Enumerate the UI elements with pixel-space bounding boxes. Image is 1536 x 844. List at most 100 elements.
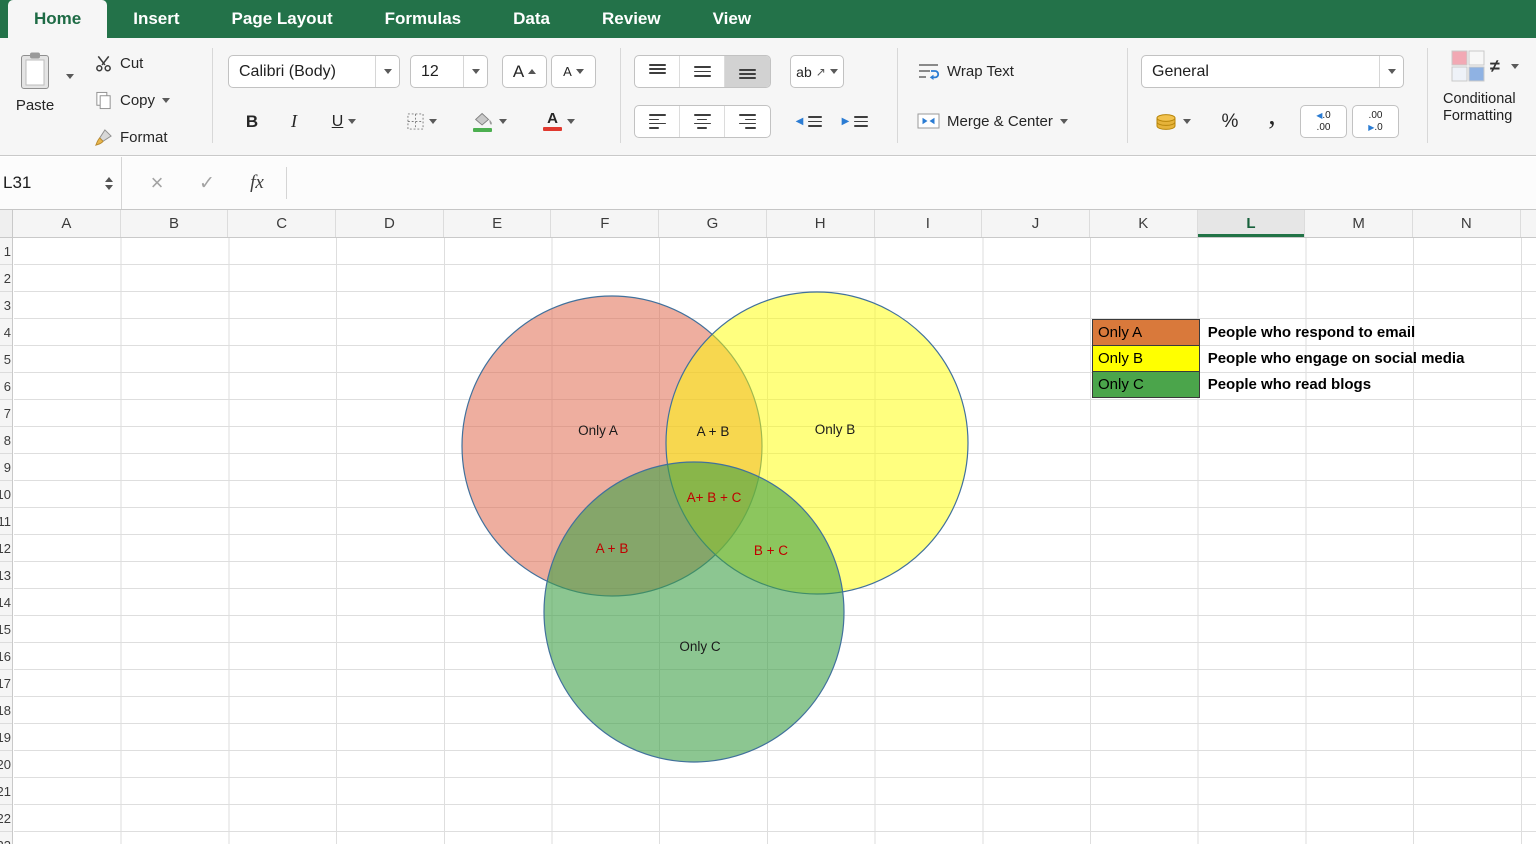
row-header-22[interactable]: 22 [0,805,12,832]
align-center-button[interactable] [680,106,725,137]
italic-button[interactable]: I [276,105,312,138]
decrease-decimal-button[interactable]: .00 ▶.0 [1352,105,1399,138]
comma-style-button[interactable]: , [1254,105,1290,138]
wrap-text-button[interactable]: Wrap Text [917,62,1014,80]
font-size-combo[interactable]: 12 [410,55,488,88]
copy-button[interactable]: Copy [94,91,170,110]
row-header-17[interactable]: 17 [0,670,12,697]
row-header-14[interactable]: 14 [0,589,12,616]
tab-page-layout[interactable]: Page Layout [206,0,359,38]
increase-decimal-icon: ◀.0 .00 [1316,110,1331,133]
column-header-L[interactable]: L [1198,210,1306,237]
font-name-dropdown[interactable] [375,56,399,87]
column-header-E[interactable]: E [444,210,552,237]
legend-key-cell[interactable]: Only C [1092,371,1200,398]
accounting-format-button[interactable] [1145,105,1199,138]
paste-button[interactable]: Paste [6,52,64,114]
row-header-19[interactable]: 19 [0,724,12,751]
row-header-20[interactable]: 20 [0,751,12,778]
column-header-H[interactable]: H [767,210,875,237]
name-box-spinner[interactable] [105,177,121,190]
select-all-corner[interactable] [0,210,13,238]
row-header-8[interactable]: 8 [0,427,12,454]
number-format-combo[interactable]: General [1141,55,1404,88]
decrease-font-size-button[interactable]: A [551,55,596,88]
number-format-dropdown[interactable] [1379,56,1403,87]
column-header-B[interactable]: B [121,210,229,237]
row-header-18[interactable]: 18 [0,697,12,724]
percent-style-button[interactable]: % [1210,105,1250,138]
row-header-5[interactable]: 5 [0,346,12,373]
legend-description-cell[interactable]: People who engage on social media [1200,345,1465,372]
column-header-M[interactable]: M [1305,210,1413,237]
borders-button[interactable] [394,105,450,138]
merge-center-button[interactable]: Merge & Center [917,112,1068,130]
font-color-button[interactable]: A [528,105,590,138]
column-header-A[interactable]: A [13,210,121,237]
enter-button[interactable]: ✓ [190,157,224,209]
row-header-6[interactable]: 6 [0,373,12,400]
row-header-3[interactable]: 3 [0,292,12,319]
align-right-button[interactable] [725,106,770,137]
row-header-11[interactable]: 11 [0,508,12,535]
increase-decimal-button[interactable]: ◀.0 .00 [1300,105,1347,138]
tab-view[interactable]: View [687,0,777,38]
legend-key-cell[interactable]: Only A [1092,319,1200,346]
legend-description-cell[interactable]: People who respond to email [1200,319,1416,346]
font-size-dropdown[interactable] [463,56,487,87]
fill-color-button[interactable] [458,105,520,138]
increase-indent-button[interactable]: ▶ [834,105,876,138]
row-header-13[interactable]: 13 [0,562,12,589]
column-header-I[interactable]: I [875,210,983,237]
bold-button[interactable]: B [232,105,272,138]
row-header-21[interactable]: 21 [0,778,12,805]
column-header-K[interactable]: K [1090,210,1198,237]
tab-data[interactable]: Data [487,0,576,38]
underline-button[interactable]: U [316,105,372,138]
chevron-down-icon [1511,64,1519,69]
legend-description-cell[interactable]: People who read blogs [1200,371,1371,398]
cut-button[interactable]: Cut [94,54,143,73]
row-header-9[interactable]: 9 [0,454,12,481]
column-header-N[interactable]: N [1413,210,1521,237]
column-header-C[interactable]: C [228,210,336,237]
font-name-combo[interactable]: Calibri (Body) [228,55,400,88]
group-separator [620,48,621,143]
legend-row-2: Only CPeople who read blogs [1092,371,1464,398]
align-left-button[interactable] [635,106,680,137]
decrease-indent-button[interactable]: ◀ [788,105,830,138]
tab-review[interactable]: Review [576,0,687,38]
align-bottom-button[interactable] [725,56,770,87]
column-header-F[interactable]: F [551,210,659,237]
indent-lines-icon [854,116,868,126]
row-header-1[interactable]: 1 [0,238,12,265]
row-header-7[interactable]: 7 [0,400,12,427]
shrink-font-glyph: A [563,64,572,79]
tab-home[interactable]: Home [8,0,107,38]
row-header-16[interactable]: 16 [0,643,12,670]
align-middle-button[interactable] [680,56,725,87]
align-top-button[interactable] [635,56,680,87]
tab-formulas[interactable]: Formulas [359,0,488,38]
row-header-4[interactable]: 4 [0,319,12,346]
text-orientation-button[interactable]: ab ↗ [790,55,844,88]
row-header-23[interactable]: 23 [0,832,12,844]
column-header-G[interactable]: G [659,210,767,237]
formula-input[interactable] [288,157,1536,209]
insert-function-button[interactable]: fx [240,157,274,209]
row-header-2[interactable]: 2 [0,265,12,292]
column-header-J[interactable]: J [982,210,1090,237]
conditional-formatting-button[interactable]: ≠ Conditional Formatting [1443,50,1519,126]
format-button[interactable]: Format [94,128,168,147]
column-header-D[interactable]: D [336,210,444,237]
legend-row-0: Only APeople who respond to email [1092,319,1464,346]
increase-font-size-button[interactable]: A [502,55,547,88]
row-header-10[interactable]: 10 [0,481,12,508]
tab-insert[interactable]: Insert [107,0,205,38]
row-header-15[interactable]: 15 [0,616,12,643]
cancel-button[interactable]: × [140,157,174,209]
paste-dropdown-icon[interactable] [66,74,74,79]
name-box[interactable]: L31 [0,157,122,209]
legend-key-cell[interactable]: Only B [1092,345,1200,372]
row-header-12[interactable]: 12 [0,535,12,562]
